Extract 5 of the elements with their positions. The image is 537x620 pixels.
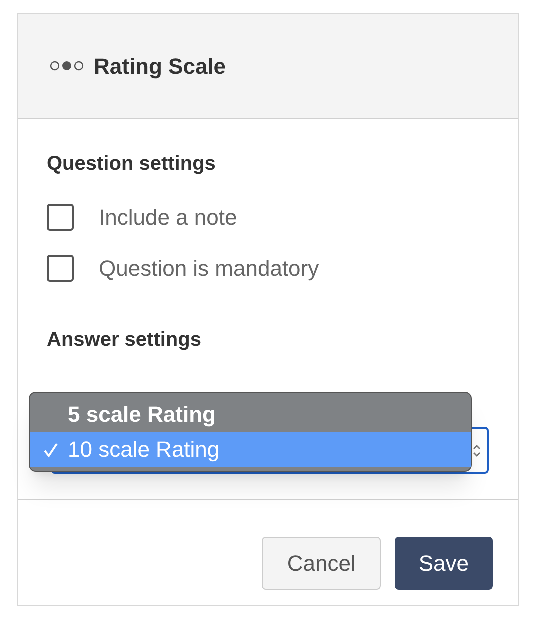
- section-heading: Question settings: [47, 152, 217, 177]
- checkbox-label: Include a note: [99, 204, 238, 232]
- section-heading: Answer settings: [47, 328, 202, 353]
- panel-title: Rating Scale: [94, 52, 226, 81]
- checkbox-label: Question is mandatory: [99, 255, 320, 283]
